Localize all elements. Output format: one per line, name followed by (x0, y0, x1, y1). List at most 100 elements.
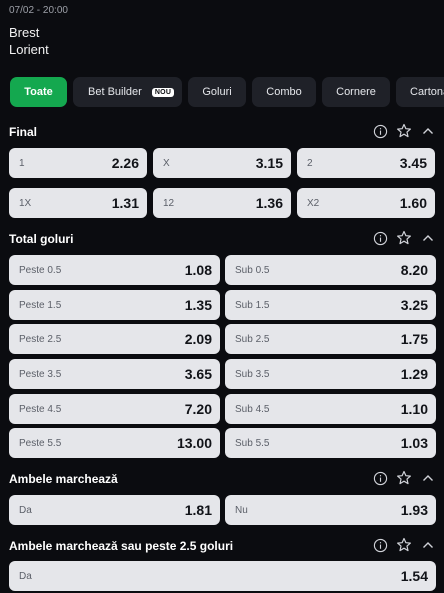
odd-button-peste-2-5[interactable]: Peste 2.5 2.09 (9, 324, 220, 354)
odd-value: 1.03 (400, 435, 428, 451)
odd-button-sub-2-5[interactable]: Sub 2.5 1.75 (225, 324, 436, 354)
tab-label: Cornere (336, 86, 376, 98)
odd-label: X (163, 157, 170, 169)
odd-button-1[interactable]: 1 2.26 (9, 148, 147, 178)
odd-label: Sub 0.5 (235, 264, 270, 276)
chevron-up-icon[interactable] (420, 230, 436, 246)
section-actions-ambele-marcheaza (372, 470, 436, 486)
odd-value: 1.35 (184, 297, 212, 313)
odd-button-sub-5-5[interactable]: Sub 5.5 1.03 (225, 428, 436, 458)
odd-value: 1.36 (255, 195, 283, 211)
odd-value: 3.45 (399, 155, 427, 171)
tab-label: Bet Builder (88, 86, 142, 98)
odd-button-2[interactable]: 2 3.45 (297, 148, 435, 178)
odd-button-peste-3-5[interactable]: Peste 3.5 3.65 (9, 359, 220, 389)
odd-button-peste-1-5[interactable]: Peste 1.5 1.35 (9, 290, 220, 320)
odd-value: 1.81 (184, 502, 212, 518)
section-title-ambele-marcheaza: Ambele marchează (9, 472, 118, 486)
odd-value: 1.54 (400, 568, 428, 584)
odd-button-sub-0-5[interactable]: Sub 0.5 8.20 (225, 255, 436, 285)
away-team: Lorient (9, 42, 49, 57)
section-title-final: Final (9, 125, 38, 139)
odd-label: 2 (307, 157, 313, 169)
odd-value: 3.25 (400, 297, 428, 313)
tab-combo[interactable]: Combo (252, 77, 316, 107)
odd-label: Peste 5.5 (19, 437, 62, 449)
tab-bet-builder[interactable]: Bet Builder NOU (73, 77, 182, 107)
odd-label: Peste 2.5 (19, 333, 62, 345)
section-actions-final (372, 123, 436, 139)
tab-label: Goluri (202, 86, 232, 98)
odd-label: 1X (19, 197, 32, 209)
odd-button-sub-4-5[interactable]: Sub 4.5 1.10 (225, 394, 436, 424)
odd-label: 1 (19, 157, 25, 169)
odd-value: 1.31 (111, 195, 139, 211)
odd-value: 2.09 (184, 331, 212, 347)
star-icon[interactable] (396, 470, 412, 486)
section-actions-total-goluri (372, 230, 436, 246)
section-actions-ambele-sau-peste (372, 537, 436, 553)
odd-label: 12 (163, 197, 175, 209)
odd-button-sub-1-5[interactable]: Sub 1.5 3.25 (225, 290, 436, 320)
odd-label: Sub 1.5 (235, 299, 270, 311)
market-tabs: Toate Bet Builder NOU Goluri Combo Corne… (10, 77, 444, 107)
odd-button-x[interactable]: X 3.15 (153, 148, 291, 178)
odd-value: 2.26 (111, 155, 139, 171)
odd-button-1x[interactable]: 1X 1.31 (9, 188, 147, 218)
chevron-up-icon[interactable] (420, 123, 436, 139)
tab-label: Combo (266, 86, 302, 98)
star-icon[interactable] (396, 123, 412, 139)
info-icon[interactable] (372, 537, 388, 553)
odd-button-12[interactable]: 12 1.36 (153, 188, 291, 218)
section-title-ambele-sau-peste: Ambele marchează sau peste 2.5 goluri (9, 539, 234, 553)
odd-label: Peste 4.5 (19, 403, 62, 415)
odd-button-peste-4-5[interactable]: Peste 4.5 7.20 (9, 394, 220, 424)
new-badge: NOU (151, 87, 175, 97)
odd-label: Sub 5.5 (235, 437, 270, 449)
odd-label: Sub 2.5 (235, 333, 270, 345)
section-title-total-goluri: Total goluri (9, 232, 74, 246)
odd-label: X2 (307, 197, 320, 209)
odd-label: Peste 1.5 (19, 299, 62, 311)
odd-label: Peste 0.5 (19, 264, 62, 276)
info-icon[interactable] (372, 230, 388, 246)
info-icon[interactable] (372, 123, 388, 139)
tab-label: Toate (24, 86, 53, 98)
odd-value: 1.75 (400, 331, 428, 347)
odd-value: 1.93 (400, 502, 428, 518)
odd-button-peste-5-5[interactable]: Peste 5.5 13.00 (9, 428, 220, 458)
tab-goluri[interactable]: Goluri (188, 77, 246, 107)
odd-button-da[interactable]: Da 1.81 (9, 495, 220, 525)
odd-value: 3.65 (184, 366, 212, 382)
tab-cartonase[interactable]: Cartona (396, 77, 444, 107)
odd-button-peste-0-5[interactable]: Peste 0.5 1.08 (9, 255, 220, 285)
odd-label: Nu (235, 504, 248, 516)
odd-button-nu[interactable]: Nu 1.93 (225, 495, 436, 525)
home-team: Brest (9, 25, 40, 40)
tab-cornere[interactable]: Cornere (322, 77, 390, 107)
odd-value: 1.08 (184, 262, 212, 278)
odd-button-da-sau-peste[interactable]: Da 1.54 (9, 561, 436, 591)
tab-label: Cartona (410, 86, 444, 98)
info-icon[interactable] (372, 470, 388, 486)
star-icon[interactable] (396, 230, 412, 246)
odd-label: Peste 3.5 (19, 368, 62, 380)
chevron-up-icon[interactable] (420, 470, 436, 486)
star-icon[interactable] (396, 537, 412, 553)
chevron-up-icon[interactable] (420, 537, 436, 553)
odd-value: 7.20 (184, 401, 212, 417)
odd-label: Sub 4.5 (235, 403, 270, 415)
odd-label: Da (19, 504, 32, 516)
tab-toate[interactable]: Toate (10, 77, 67, 107)
odd-value: 1.60 (399, 195, 427, 211)
odd-value: 1.29 (400, 366, 428, 382)
odd-label: Da (19, 570, 32, 582)
odd-value: 1.10 (400, 401, 428, 417)
odd-button-x2[interactable]: X2 1.60 (297, 188, 435, 218)
odd-label: Sub 3.5 (235, 368, 270, 380)
match-datetime: 07/02 - 20:00 (9, 5, 68, 16)
odd-value: 3.15 (255, 155, 283, 171)
odd-value: 8.20 (400, 262, 428, 278)
odd-value: 13.00 (176, 435, 212, 451)
odd-button-sub-3-5[interactable]: Sub 3.5 1.29 (225, 359, 436, 389)
